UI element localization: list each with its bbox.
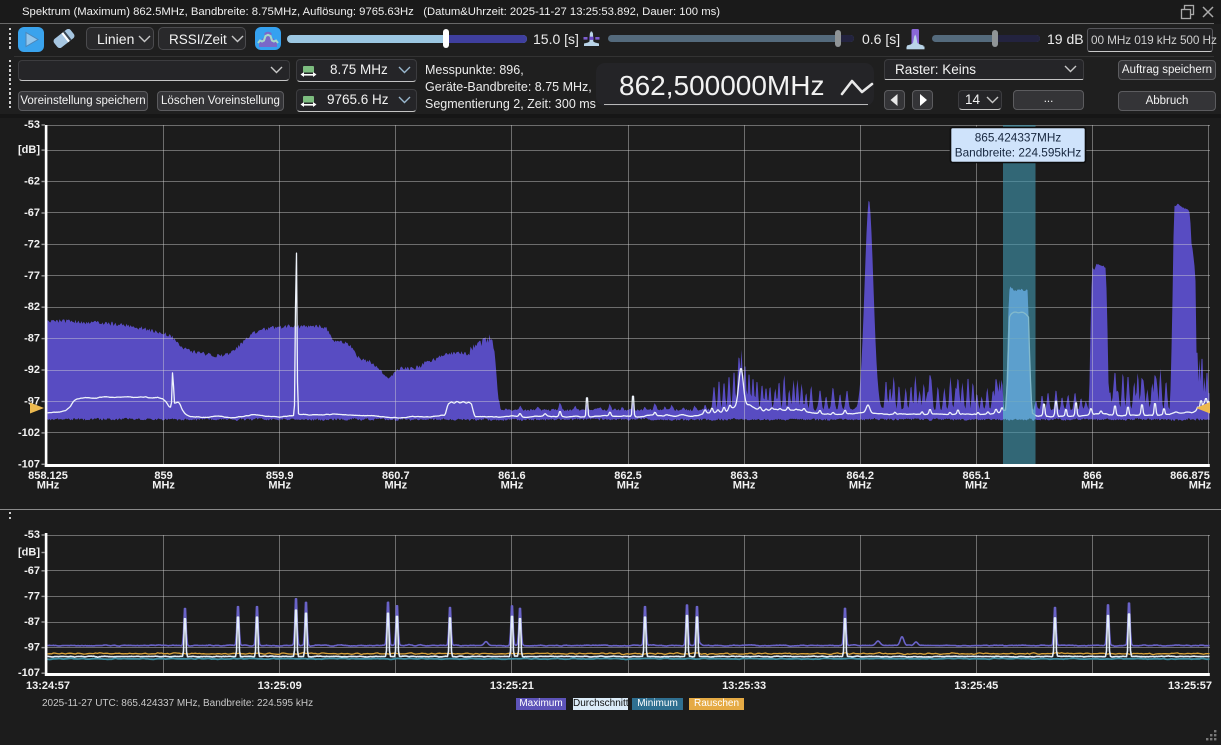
svg-text:13:25:21: 13:25:21 <box>490 680 534 692</box>
svg-text:MHz: MHz <box>1189 480 1212 492</box>
svg-text:[dB]: [dB] <box>18 144 40 156</box>
svg-text:-67: -67 <box>24 207 40 219</box>
svg-text:-67: -67 <box>24 565 40 577</box>
svg-text:-107: -107 <box>18 458 40 470</box>
svg-text:MHz: MHz <box>152 480 175 492</box>
svg-text:-62: -62 <box>24 176 40 188</box>
svg-text:Bandbreite: 224.595kHz: Bandbreite: 224.595kHz <box>955 146 1082 160</box>
svg-text:-87: -87 <box>24 616 40 628</box>
svg-text:-77: -77 <box>24 270 40 282</box>
svg-text:-53: -53 <box>24 529 40 541</box>
svg-text:MHz: MHz <box>733 480 756 492</box>
svg-text:865.424337MHz: 865.424337MHz <box>975 131 1062 145</box>
svg-text:-97: -97 <box>24 642 40 654</box>
svg-text:[dB]: [dB] <box>18 547 40 559</box>
svg-text:MHz: MHz <box>268 480 291 492</box>
svg-text:-72: -72 <box>24 238 40 250</box>
svg-text:MHz: MHz <box>849 480 872 492</box>
svg-text:13:25:57: 13:25:57 <box>1168 680 1212 692</box>
svg-text:-102: -102 <box>18 427 40 439</box>
svg-text:13:25:33: 13:25:33 <box>722 680 766 692</box>
svg-text:MHz: MHz <box>1081 480 1104 492</box>
svg-text:13:24:57: 13:24:57 <box>26 680 70 692</box>
svg-text:-92: -92 <box>24 364 40 376</box>
svg-text:-107: -107 <box>18 667 40 679</box>
svg-text:13:25:09: 13:25:09 <box>258 680 302 692</box>
svg-text:-82: -82 <box>24 301 40 313</box>
svg-text:MHz: MHz <box>965 480 988 492</box>
svg-text:-53: -53 <box>24 119 40 131</box>
svg-text:MHz: MHz <box>384 480 407 492</box>
svg-text:MHz: MHz <box>617 480 640 492</box>
svg-text:13:25:45: 13:25:45 <box>954 680 998 692</box>
svg-text:-77: -77 <box>24 590 40 602</box>
svg-text:-87: -87 <box>24 333 40 345</box>
svg-text:MHz: MHz <box>501 480 524 492</box>
svg-text:MHz: MHz <box>37 480 60 492</box>
